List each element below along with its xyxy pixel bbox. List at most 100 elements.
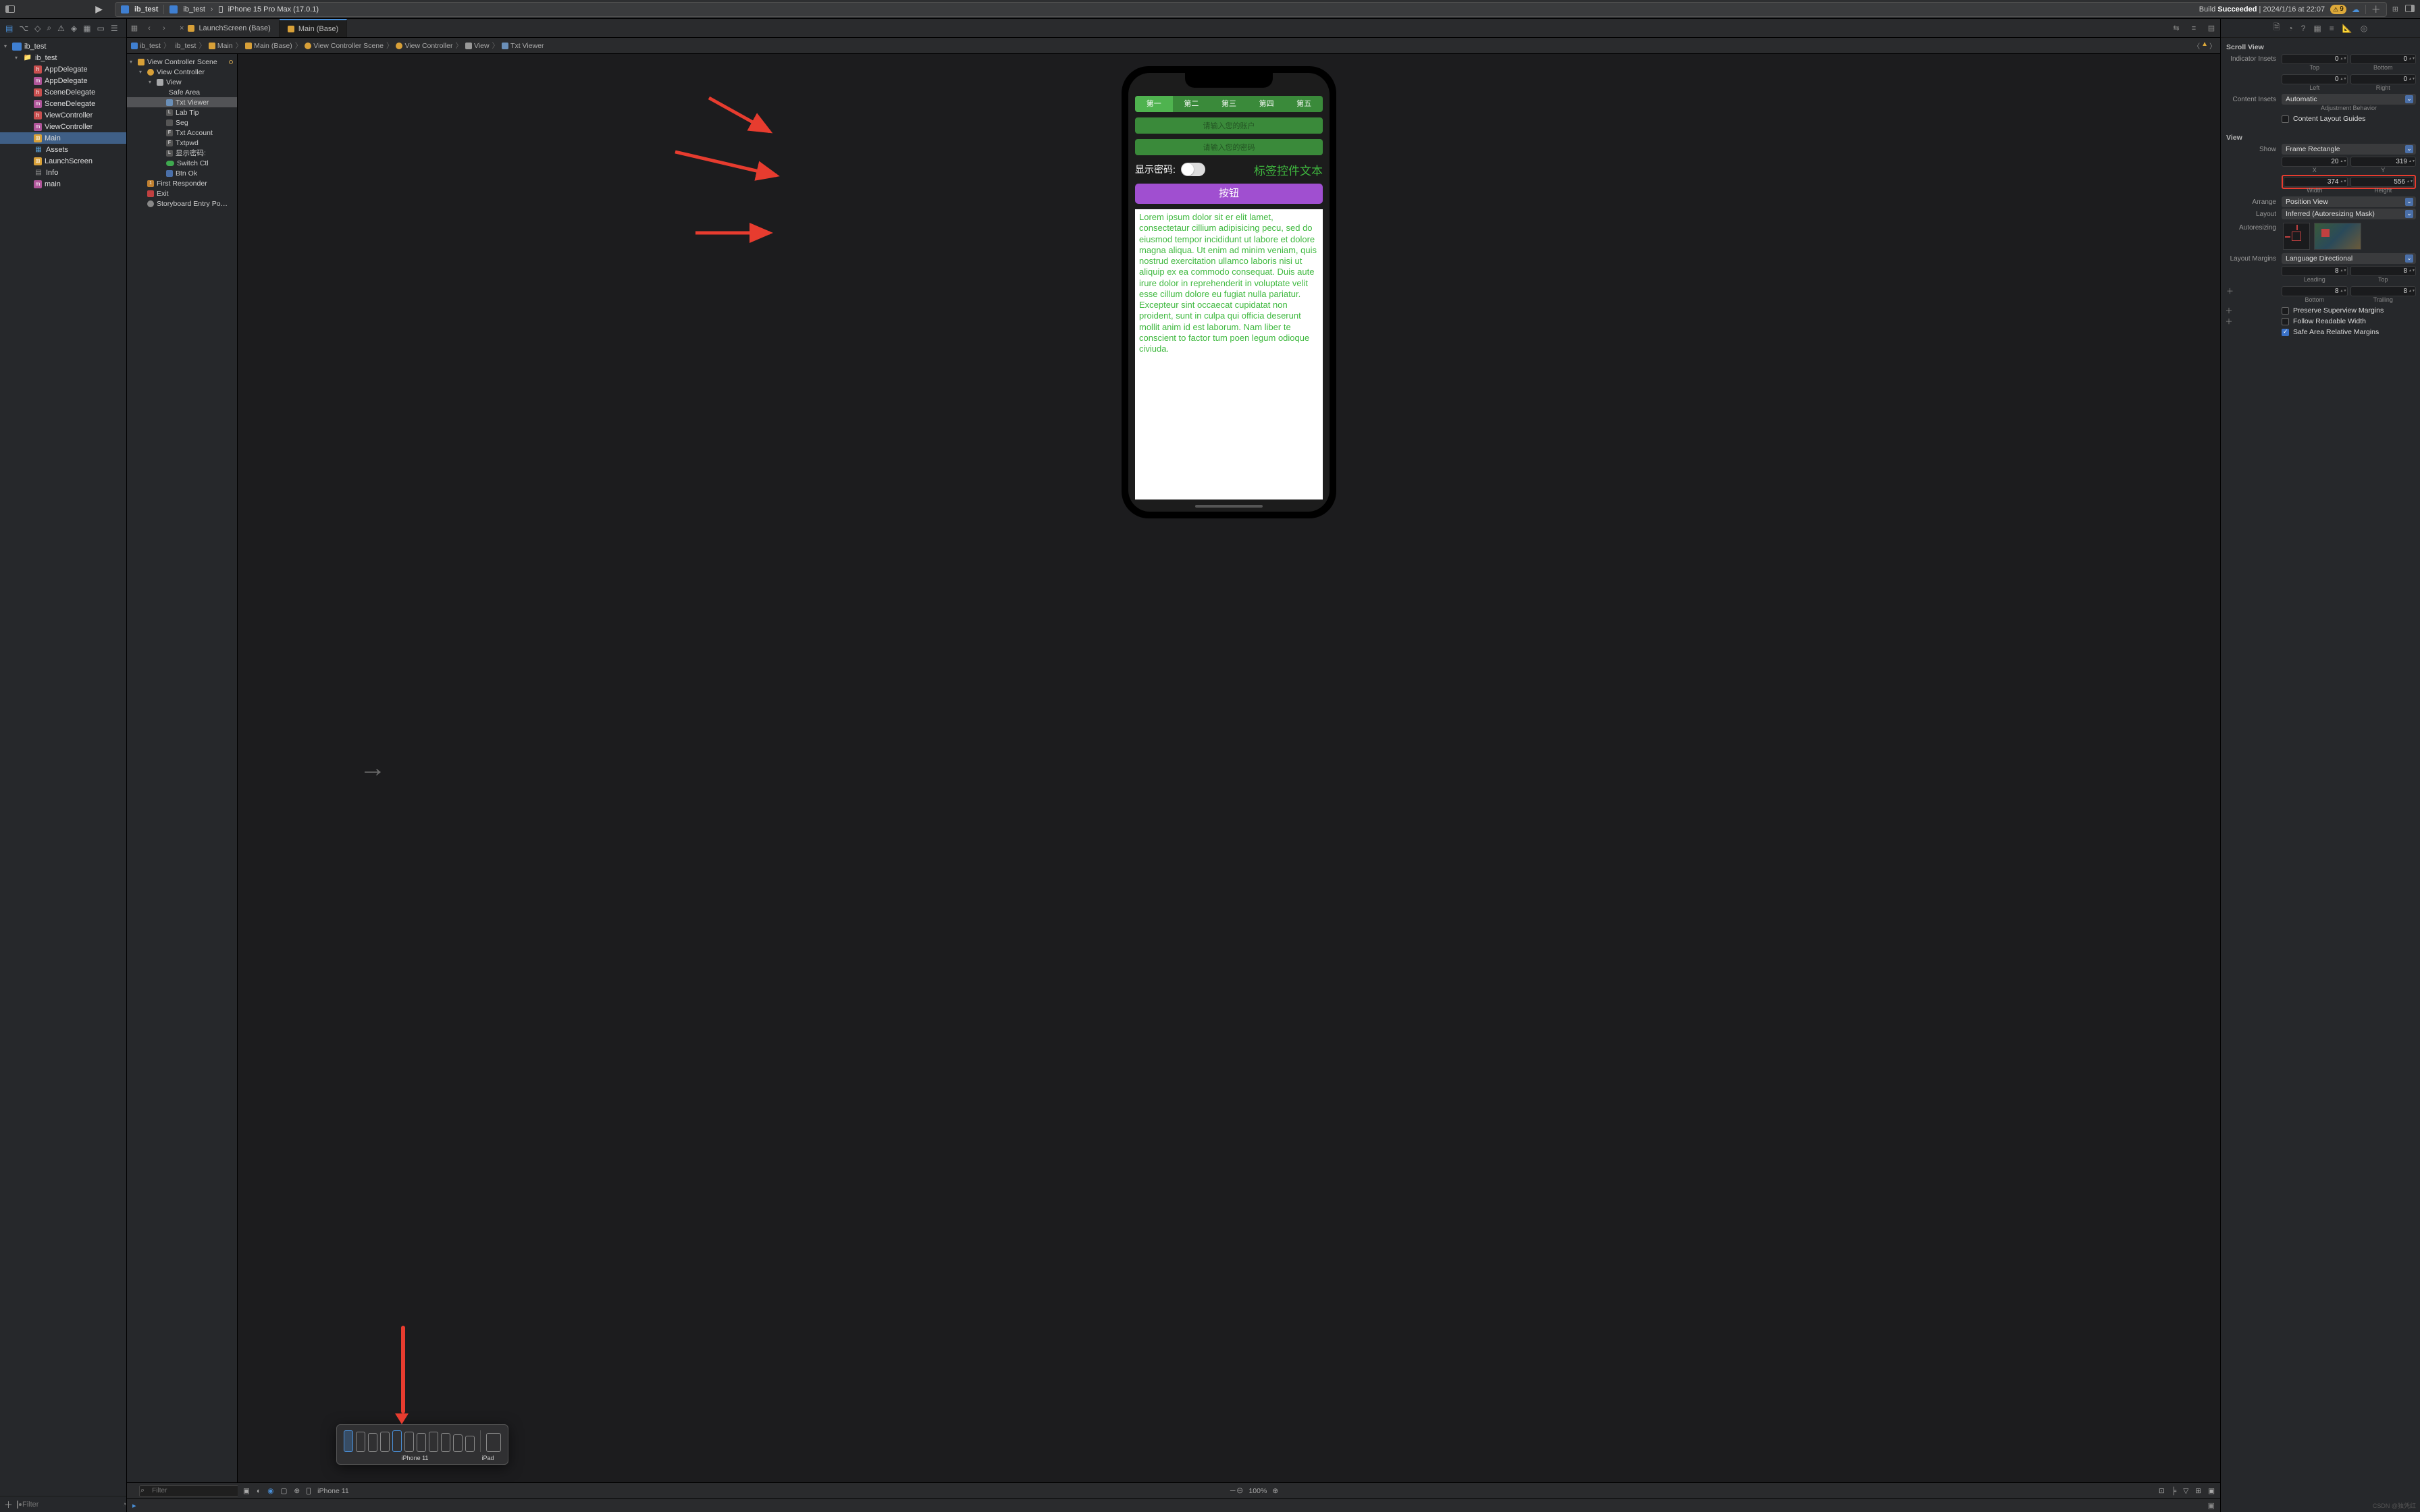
add-editor-icon[interactable]: ＋ bbox=[2371, 3, 2381, 16]
size-inspector-icon[interactable]: 📐 bbox=[2342, 24, 2352, 33]
autoresizing-control[interactable] bbox=[2283, 223, 2310, 250]
source-control-icon[interactable]: ⌥ bbox=[19, 24, 28, 33]
outline-item[interactable]: Storyboard Entry Po… bbox=[127, 198, 237, 209]
inset-right-input[interactable]: ▲▼ bbox=[2350, 74, 2417, 84]
content-insets-popup[interactable]: Automatic bbox=[2282, 94, 2416, 105]
outline-item[interactable]: Txt Viewer bbox=[127, 97, 237, 107]
device-option[interactable] bbox=[417, 1433, 426, 1452]
segment-item[interactable]: 第二 bbox=[1173, 96, 1211, 112]
account-textfield[interactable]: 请输入您的账户 bbox=[1135, 117, 1323, 134]
outline-item[interactable]: FTxt Account bbox=[127, 128, 237, 138]
jump-bar-segment[interactable]: Main bbox=[209, 42, 233, 50]
traits-icon[interactable]: ▢ bbox=[280, 1487, 287, 1495]
outline-item[interactable]: Btn Ok bbox=[127, 168, 237, 178]
debug-icon[interactable]: ▦ bbox=[83, 24, 90, 33]
debug-crumb-icon[interactable]: ▸ bbox=[132, 1501, 136, 1510]
device-option[interactable] bbox=[465, 1436, 475, 1452]
navigator-filter-input[interactable] bbox=[22, 1501, 118, 1509]
jump-bar-segment[interactable]: View Controller Scene bbox=[305, 42, 384, 50]
nav-item[interactable]: ⊞LaunchScreen bbox=[0, 155, 126, 167]
nav-item[interactable]: hViewController bbox=[0, 109, 126, 121]
outline-item[interactable]: LLab Tip bbox=[127, 107, 237, 117]
nav-item[interactable]: mSceneDelegate bbox=[0, 98, 126, 109]
jump-bar-segment[interactable]: Txt Viewer bbox=[502, 42, 544, 50]
add-file-icon[interactable]: ＋ bbox=[4, 1498, 13, 1511]
toggle-left-panel-icon[interactable] bbox=[5, 5, 15, 13]
margin-top-input[interactable]: ▲▼ bbox=[2350, 266, 2417, 276]
segment-item[interactable]: 第五 bbox=[1285, 96, 1323, 112]
device-option[interactable] bbox=[392, 1430, 402, 1452]
device-option[interactable] bbox=[356, 1432, 365, 1452]
nav-item[interactable]: mViewController bbox=[0, 121, 126, 132]
warnings-badge[interactable]: 9 bbox=[2330, 5, 2346, 14]
outline-item[interactable]: 1First Responder bbox=[127, 178, 237, 188]
device-option[interactable] bbox=[453, 1434, 463, 1452]
outline-item[interactable]: FTxtpwd bbox=[127, 138, 237, 148]
outline-item[interactable]: Exit bbox=[127, 188, 237, 198]
jump-bar-segment[interactable]: View bbox=[465, 42, 490, 50]
nav-item[interactable]: ⊞Main bbox=[0, 132, 126, 144]
zoom-level[interactable]: 100% bbox=[1248, 1487, 1267, 1495]
nav-item[interactable]: hAppDelegate bbox=[0, 63, 126, 75]
history-inspector-icon[interactable]: ◔ bbox=[2288, 24, 2292, 33]
bookmark-icon[interactable]: ◇ bbox=[34, 24, 41, 33]
connections-inspector-icon[interactable]: ◎ bbox=[2361, 24, 2367, 33]
zoom-in-icon[interactable]: ⊕ bbox=[1272, 1487, 1278, 1495]
recent-filter-icon[interactable] bbox=[17, 1501, 18, 1509]
outline-item[interactable]: ▾View Controller Scene bbox=[127, 57, 237, 67]
appearance-icon[interactable]: ◉ bbox=[267, 1487, 273, 1495]
issue-icon[interactable]: ⚠ bbox=[57, 24, 65, 33]
outline-item[interactable]: Switch Ctl bbox=[127, 158, 237, 168]
outline-filter-input[interactable] bbox=[139, 1485, 246, 1497]
add-margin-icon[interactable]: ＋ bbox=[2225, 286, 2279, 296]
accessibility-icon[interactable]: ⊕ bbox=[294, 1487, 300, 1495]
editor-options-icon[interactable]: ▣ bbox=[2208, 1487, 2215, 1495]
x-input[interactable]: ▲▼ bbox=[2282, 157, 2348, 167]
inset-bottom-input[interactable]: ▲▼ bbox=[2350, 54, 2417, 64]
run-button[interactable]: ▶ bbox=[95, 3, 103, 15]
adjust-editor-icon[interactable]: ≡ bbox=[2185, 19, 2203, 37]
margin-leading-input[interactable]: ▲▼ bbox=[2282, 266, 2348, 276]
jump-bar-segment[interactable]: View Controller bbox=[396, 42, 452, 50]
segmented-control[interactable]: 第一第二第三第四第五 bbox=[1135, 96, 1323, 112]
debug-area-toggle-icon[interactable]: ▣ bbox=[2208, 1501, 2215, 1510]
clock-icon[interactable]: ◔ bbox=[122, 1501, 127, 1509]
height-input[interactable]: ▲▼ bbox=[2350, 177, 2415, 187]
nav-item[interactable]: ▦Assets bbox=[0, 144, 126, 155]
y-input[interactable]: ▲▼ bbox=[2350, 157, 2417, 167]
activity-bar[interactable]: ib_test ib_test › iPhone 15 Pro Max (17.… bbox=[115, 2, 2387, 17]
outline-item[interactable]: ▾View Controller bbox=[127, 67, 237, 77]
editor-tab[interactable]: ×LaunchScreen (Base) bbox=[172, 19, 280, 37]
related-items-icon[interactable]: ▦ bbox=[127, 19, 142, 37]
show-popup[interactable]: Frame Rectangle bbox=[2282, 144, 2416, 155]
align-icon[interactable]: ⊡ bbox=[2159, 1487, 2165, 1495]
segment-item[interactable]: 第四 bbox=[1248, 96, 1286, 112]
segment-item[interactable]: 第一 bbox=[1135, 96, 1173, 112]
layout-icon[interactable]: ▣ bbox=[243, 1487, 250, 1495]
resolve-icon[interactable]: ▽ bbox=[2183, 1487, 2188, 1495]
project-navigator-icon[interactable]: ▤ bbox=[5, 24, 13, 33]
jump-bar-segment[interactable]: Main (Base) bbox=[245, 42, 292, 50]
identity-inspector-icon[interactable]: ▦ bbox=[2313, 24, 2321, 33]
jump-bar-segment[interactable]: ib_test bbox=[173, 42, 196, 50]
outline-item[interactable]: Safe Area bbox=[127, 87, 237, 97]
readable-width-checkbox[interactable] bbox=[2282, 318, 2289, 325]
content-layout-guides-checkbox[interactable] bbox=[2282, 115, 2289, 123]
layout-margins-popup[interactable]: Language Directional bbox=[2282, 253, 2416, 264]
nav-item[interactable]: mmain bbox=[0, 178, 126, 190]
device-option[interactable] bbox=[344, 1430, 353, 1452]
device-option[interactable] bbox=[404, 1432, 414, 1452]
ok-button[interactable]: 按钮 bbox=[1135, 184, 1323, 204]
segment-item[interactable]: 第三 bbox=[1210, 96, 1248, 112]
assistant-icon[interactable]: ▤ bbox=[2203, 19, 2220, 37]
margin-bottom-input[interactable]: ▲▼ bbox=[2282, 286, 2348, 296]
editor-tab[interactable]: Main (Base) bbox=[280, 19, 347, 37]
outline-item[interactable]: ▾View bbox=[127, 77, 237, 87]
add-option-icon[interactable]: ＋ bbox=[2225, 305, 2233, 316]
pin-icon[interactable]: ╞ bbox=[2172, 1487, 2176, 1495]
toggle-right-panel-icon[interactable] bbox=[2405, 5, 2415, 12]
show-password-switch[interactable] bbox=[1181, 163, 1205, 176]
device-option[interactable] bbox=[441, 1433, 450, 1452]
nav-forward-icon[interactable]: › bbox=[157, 19, 172, 37]
device-indicator-icon[interactable] bbox=[307, 1488, 311, 1494]
